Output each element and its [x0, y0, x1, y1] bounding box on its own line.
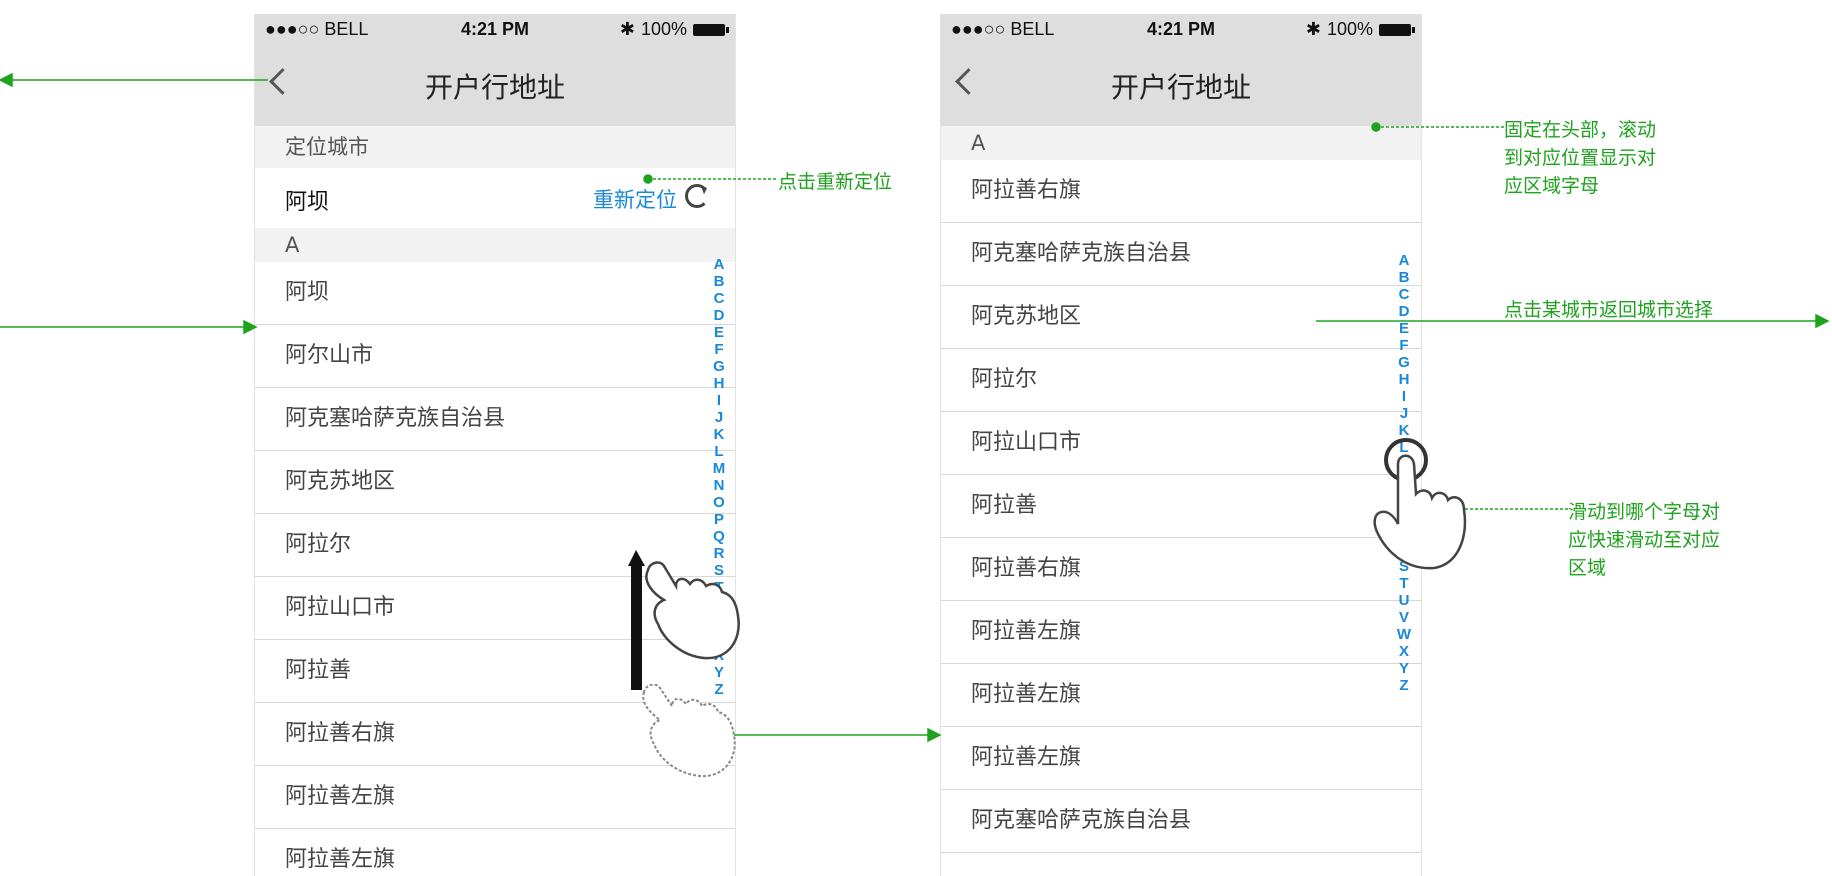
annotation-slide-index: 滑动到哪个字母对 应快速滑动至对应 区域 [1568, 501, 1721, 579]
hand-pointer-icon [1373, 438, 1467, 570]
annotation-tap-city: 点击某城市返回城市选择 [1504, 299, 1714, 321]
hand-pointer-icon [645, 561, 740, 660]
annotation-sticky-header: 固定在头部，滚动 到对应位置显示对 应区域字母 [1504, 119, 1657, 197]
hand-pointer-icon [642, 684, 736, 778]
annotation-relocate: 点击重新定位 [778, 171, 893, 193]
